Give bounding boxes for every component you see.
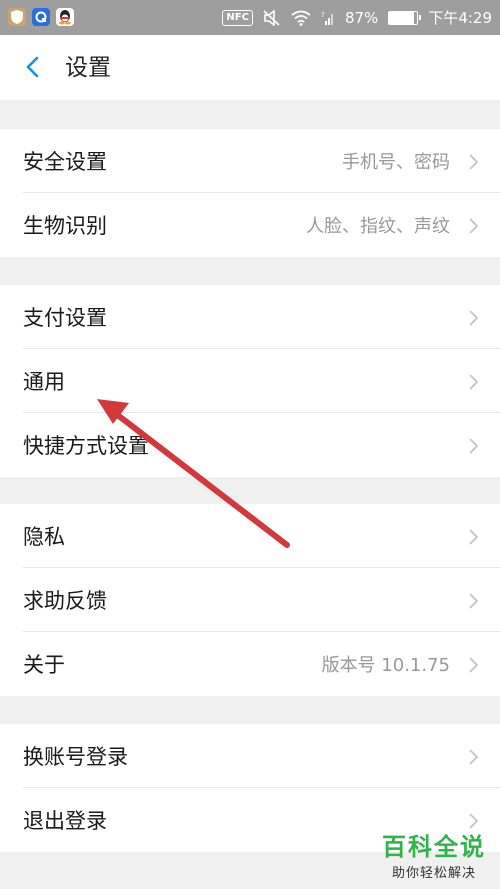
row-security-settings[interactable]: 安全设置 手机号、密码 bbox=[0, 129, 500, 193]
row-privacy[interactable]: 隐私 bbox=[0, 504, 500, 568]
row-switch-account[interactable]: 换账号登录 bbox=[0, 724, 500, 788]
row-shortcut-settings[interactable]: 快捷方式设置 bbox=[0, 413, 500, 477]
status-bar: NFC ? 87% 下午4:29 bbox=[0, 0, 500, 35]
header: 设置 bbox=[0, 35, 500, 100]
clock: 下午4:29 bbox=[428, 9, 492, 27]
chevron-right-icon bbox=[469, 657, 479, 673]
battery-percent: 87% bbox=[344, 8, 379, 27]
watermark-subtitle: 助你轻松解决 bbox=[391, 866, 476, 881]
browser-app-icon bbox=[32, 8, 50, 26]
row-label: 退出登录 bbox=[23, 809, 107, 833]
settings-group-privacy: 隐私 求助反馈 关于 版本号 10.1.75 bbox=[0, 504, 500, 696]
settings-group-general: 支付设置 通用 快捷方式设置 bbox=[0, 285, 500, 477]
chevron-right-icon bbox=[469, 749, 479, 765]
row-label: 关于 bbox=[23, 653, 65, 677]
chevron-right-icon bbox=[469, 310, 479, 326]
row-label: 换账号登录 bbox=[23, 745, 128, 769]
page-title: 设置 bbox=[65, 55, 111, 81]
battery-icon bbox=[388, 10, 422, 25]
battery-fill bbox=[389, 11, 414, 24]
back-button[interactable] bbox=[22, 51, 46, 83]
row-payment-settings[interactable]: 支付设置 bbox=[0, 285, 500, 349]
nfc-indicator: NFC bbox=[222, 9, 253, 26]
row-value: 手机号、密码 bbox=[342, 152, 450, 173]
status-app-icons bbox=[8, 8, 74, 26]
chevron-right-icon bbox=[469, 438, 479, 454]
row-label: 支付设置 bbox=[23, 306, 107, 330]
signal-icon: ? bbox=[321, 11, 333, 25]
row-label: 通用 bbox=[23, 370, 65, 394]
chevron-right-icon bbox=[469, 218, 479, 234]
row-label: 求助反馈 bbox=[23, 589, 107, 613]
shield-app-icon bbox=[8, 8, 26, 26]
qq-app-icon bbox=[56, 8, 74, 26]
row-help-feedback[interactable]: 求助反馈 bbox=[0, 568, 500, 632]
row-about[interactable]: 关于 版本号 10.1.75 bbox=[0, 632, 500, 696]
row-biometrics[interactable]: 生物识别 人脸、指纹、声纹 bbox=[0, 193, 500, 257]
wifi-icon bbox=[291, 10, 311, 26]
row-label: 安全设置 bbox=[23, 150, 107, 174]
chevron-right-icon bbox=[469, 529, 479, 545]
chevron-right-icon bbox=[469, 374, 479, 390]
chevron-right-icon bbox=[469, 593, 479, 609]
row-label: 快捷方式设置 bbox=[23, 434, 149, 458]
watermark-title: 百科全说 bbox=[382, 833, 486, 861]
row-label: 隐私 bbox=[23, 525, 65, 549]
row-label: 生物识别 bbox=[23, 214, 107, 238]
row-value: 版本号 10.1.75 bbox=[321, 655, 450, 676]
settings-group-account-security: 安全设置 手机号、密码 生物识别 人脸、指纹、声纹 bbox=[0, 129, 500, 257]
row-value: 人脸、指纹、声纹 bbox=[306, 216, 450, 237]
status-right: NFC ? 87% 下午4:29 bbox=[222, 0, 492, 35]
chevron-right-icon bbox=[469, 154, 479, 170]
svg-text:?: ? bbox=[321, 11, 325, 19]
row-general[interactable]: 通用 bbox=[0, 349, 500, 413]
watermark-logo: 百科全说 助你轻松解决 bbox=[378, 827, 490, 881]
mute-icon bbox=[263, 9, 280, 26]
chevron-left-icon bbox=[26, 56, 39, 78]
